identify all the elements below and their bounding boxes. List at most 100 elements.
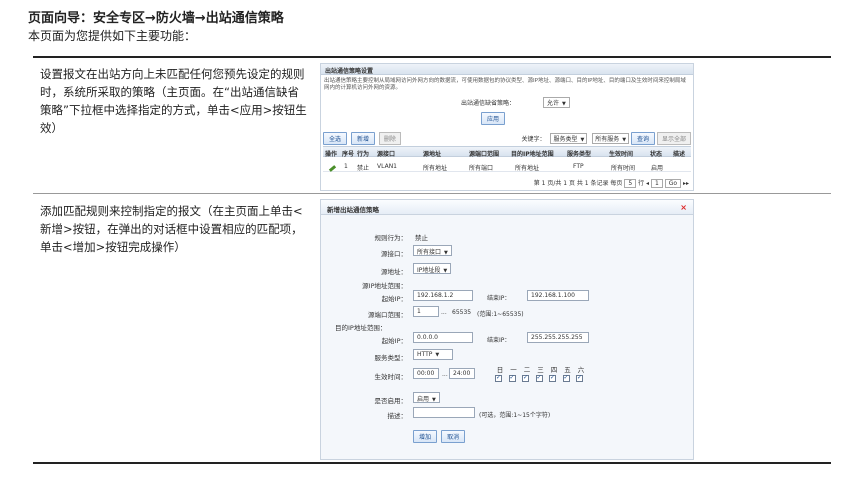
- source-end-ip-input[interactable]: 192.168.1.100: [527, 290, 589, 301]
- edit-icon[interactable]: [328, 165, 337, 172]
- weekday-label: 日: [496, 366, 504, 374]
- weekday-label: 四: [550, 366, 558, 374]
- description-input[interactable]: [413, 407, 475, 418]
- dialog-header: 新增出站通信策略: [321, 200, 693, 215]
- page-number-input[interactable]: 1: [650, 179, 663, 188]
- keyword-label: 关键字：: [521, 136, 546, 143]
- show-all-button[interactable]: 显示全部: [656, 132, 691, 145]
- bottom-rule: [33, 462, 831, 464]
- destination-end-ip-label: 结束IP：: [487, 337, 511, 344]
- outbound-policy-settings-screenshot: 出站通信策略设置 出站通信策略主要控制从局域网访问外网方向的数据流，可使用数据包…: [320, 63, 694, 191]
- cancel-button[interactable]: 取消: [441, 430, 466, 443]
- confirm-add-button[interactable]: 增加: [413, 430, 438, 443]
- source-interface-label: 源接口：: [381, 250, 407, 258]
- pager: 第 1 页/共 1 页 共 1 条记录 每页 5 行 ◂ 1 Go ▸▸: [534, 178, 689, 188]
- section-1-description: 设置报文在出站方向上未匹配任何您预先设定的规则时，系统所采取的策略（主页面。在“…: [40, 67, 307, 135]
- select-all-button[interactable]: 全选: [323, 132, 348, 145]
- weekday-checkbox[interactable]: [495, 374, 502, 382]
- column-header: 操作: [325, 151, 338, 158]
- close-icon[interactable]: ×: [680, 203, 687, 212]
- source-start-ip-input[interactable]: 192.168.1.2: [413, 290, 473, 301]
- weekday-checkbox[interactable]: [562, 374, 570, 382]
- weekday-label: 五: [564, 366, 571, 374]
- service-type-label: 服务类型：: [374, 354, 408, 362]
- source-port-from-input[interactable]: 1: [413, 306, 439, 317]
- apply-button[interactable]: 应用: [481, 112, 506, 125]
- row-source-ports: 所有端口: [469, 165, 494, 172]
- destination-ip-range-label: 目的IP地址范围：: [335, 324, 387, 332]
- go-button[interactable]: Go: [664, 179, 682, 188]
- weekday-labels: 日一二三四五六: [495, 364, 590, 374]
- page-intro: 本页面为您提供如下主要功能：: [28, 29, 197, 43]
- default-policy-select[interactable]: 允许 ▼: [542, 97, 570, 108]
- column-header: 序号: [342, 151, 355, 158]
- delete-button[interactable]: 删除: [378, 132, 401, 145]
- default-policy-row: 出站通信缺省策略： 允许 ▼: [461, 97, 570, 108]
- enable-label: 是否启用：: [374, 397, 408, 405]
- time-from-input[interactable]: 00:00: [413, 368, 439, 379]
- dialog-actions: 增加 取消: [413, 430, 467, 443]
- first-page-icon[interactable]: ◂: [646, 180, 649, 187]
- column-header: 源地址: [423, 151, 442, 158]
- add-outbound-policy-dialog-screenshot: 新增出站通信策略 × 规则行为： 禁止 源接口： 所有接口 ▼ 源地址： IP地址…: [320, 199, 694, 460]
- keyword-field-select[interactable]: 服务类型 ▼: [550, 133, 588, 144]
- description-hint: (可选，范围:1~15个字符): [479, 412, 551, 419]
- chevron-down-icon: ▼: [444, 250, 448, 256]
- column-header: 服务类型: [567, 151, 592, 158]
- weekday-label: 三: [537, 366, 544, 374]
- keyword-value-select[interactable]: 所有服务 ▼: [592, 133, 630, 144]
- column-header: 行为: [357, 151, 370, 158]
- row-destination-ip: 所有地址: [515, 165, 540, 172]
- weekday-checkbox[interactable]: [508, 374, 516, 382]
- query-button[interactable]: 查询: [631, 132, 656, 145]
- chevron-down-icon: ▼: [580, 137, 585, 143]
- row-service: FTP: [573, 163, 584, 170]
- list-toolbar: 全选 新增 删除 关键字： 服务类型 ▼ 所有服务 ▼ 查询 显示全部: [323, 132, 691, 145]
- table-header: 操作 序号 行为 源接口 源地址 源端口范围 目的IP地址范围 服务类型 生效时…: [323, 146, 691, 158]
- add-button[interactable]: 新增: [350, 132, 375, 145]
- source-port-hint: (范围:1~65535): [477, 311, 524, 318]
- middle-rule: [33, 193, 831, 194]
- enable-select[interactable]: 启用 ▼: [413, 392, 440, 403]
- pager-text: 第 1 页/共 1 页 共 1 条记录 每页: [533, 180, 623, 187]
- description-label: 描述：: [387, 412, 408, 420]
- table-row: 1 禁止 VLAN1 所有地址 所有端口 所有地址 FTP 所有时间 启用: [323, 161, 691, 172]
- default-policy-label: 出站通信缺省策略：: [461, 100, 516, 107]
- chevron-down-icon: ▼: [432, 397, 436, 403]
- time-to-input[interactable]: 24:00: [449, 368, 475, 379]
- pager-unit: 行: [638, 180, 645, 187]
- page-size-input[interactable]: 5: [624, 179, 637, 188]
- weekday-checkbox[interactable]: [576, 374, 583, 382]
- source-interface-select[interactable]: 所有接口 ▼: [413, 245, 452, 256]
- time-separator: ...: [442, 371, 448, 378]
- weekday-checkbox[interactable]: [549, 374, 556, 382]
- row-index: 1: [344, 163, 348, 170]
- next-page-icon[interactable]: ▸▸: [683, 180, 689, 187]
- row-action: 禁止: [357, 165, 370, 172]
- chevron-down-icon: ▼: [435, 352, 440, 358]
- panel-note: 出站通信策略主要控制从局域网访问外网方向的数据流，可使用数据包的协议类型、源IP…: [324, 78, 686, 91]
- column-header: 目的IP地址范围: [511, 151, 554, 158]
- service-type-select[interactable]: HTTP ▼: [413, 349, 453, 360]
- column-header: 描述: [673, 151, 686, 158]
- chevron-down-icon: ▼: [561, 101, 566, 107]
- weekday-checkbox[interactable]: [535, 374, 543, 382]
- column-header: 源端口范围: [469, 151, 500, 158]
- chevron-down-icon: ▼: [443, 268, 448, 274]
- source-port-to-value[interactable]: 65535: [452, 309, 471, 316]
- source-address-select[interactable]: IP地址段 ▼: [413, 263, 452, 274]
- effective-time-label: 生效时间：: [374, 373, 408, 381]
- destination-end-ip-input[interactable]: 255.255.255.255: [527, 332, 589, 343]
- action-value: 禁止: [415, 234, 428, 242]
- top-rule: [33, 56, 831, 58]
- weekday-label: 二: [523, 366, 531, 374]
- destination-start-ip-input[interactable]: 0.0.0.0: [413, 332, 473, 343]
- action-label: 规则行为：: [374, 234, 408, 242]
- column-header: 状态: [650, 151, 663, 158]
- column-header: 生效时间: [609, 151, 634, 158]
- source-end-ip-label: 结束IP：: [487, 295, 511, 302]
- page-title: 页面向导：安全专区→防火墙→出站通信策略: [28, 11, 284, 26]
- row-time: 所有时间: [611, 165, 636, 172]
- weekday-checkbox[interactable]: [522, 374, 529, 382]
- port-separator: ...: [441, 309, 447, 316]
